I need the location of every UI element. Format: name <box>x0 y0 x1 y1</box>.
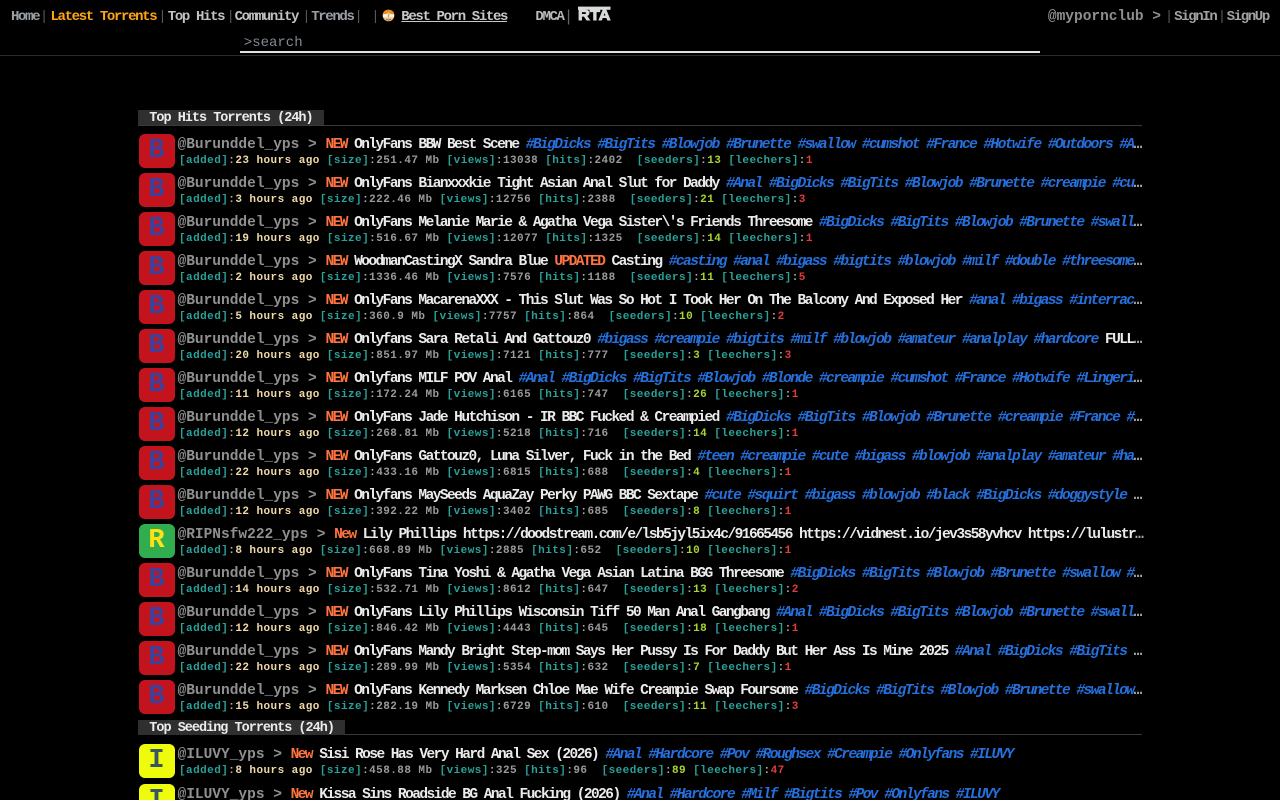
svg-text:RTA: RTA <box>578 8 611 21</box>
